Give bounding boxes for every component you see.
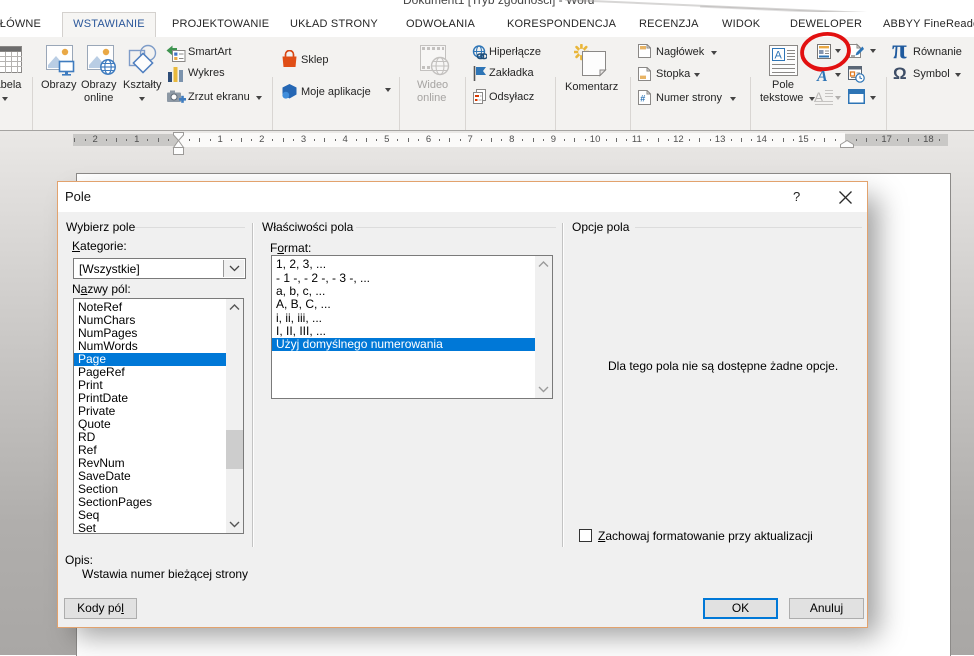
svg-text:A: A [775, 50, 783, 62]
svg-text:A: A [814, 89, 824, 105]
svg-text:#: # [640, 94, 645, 104]
